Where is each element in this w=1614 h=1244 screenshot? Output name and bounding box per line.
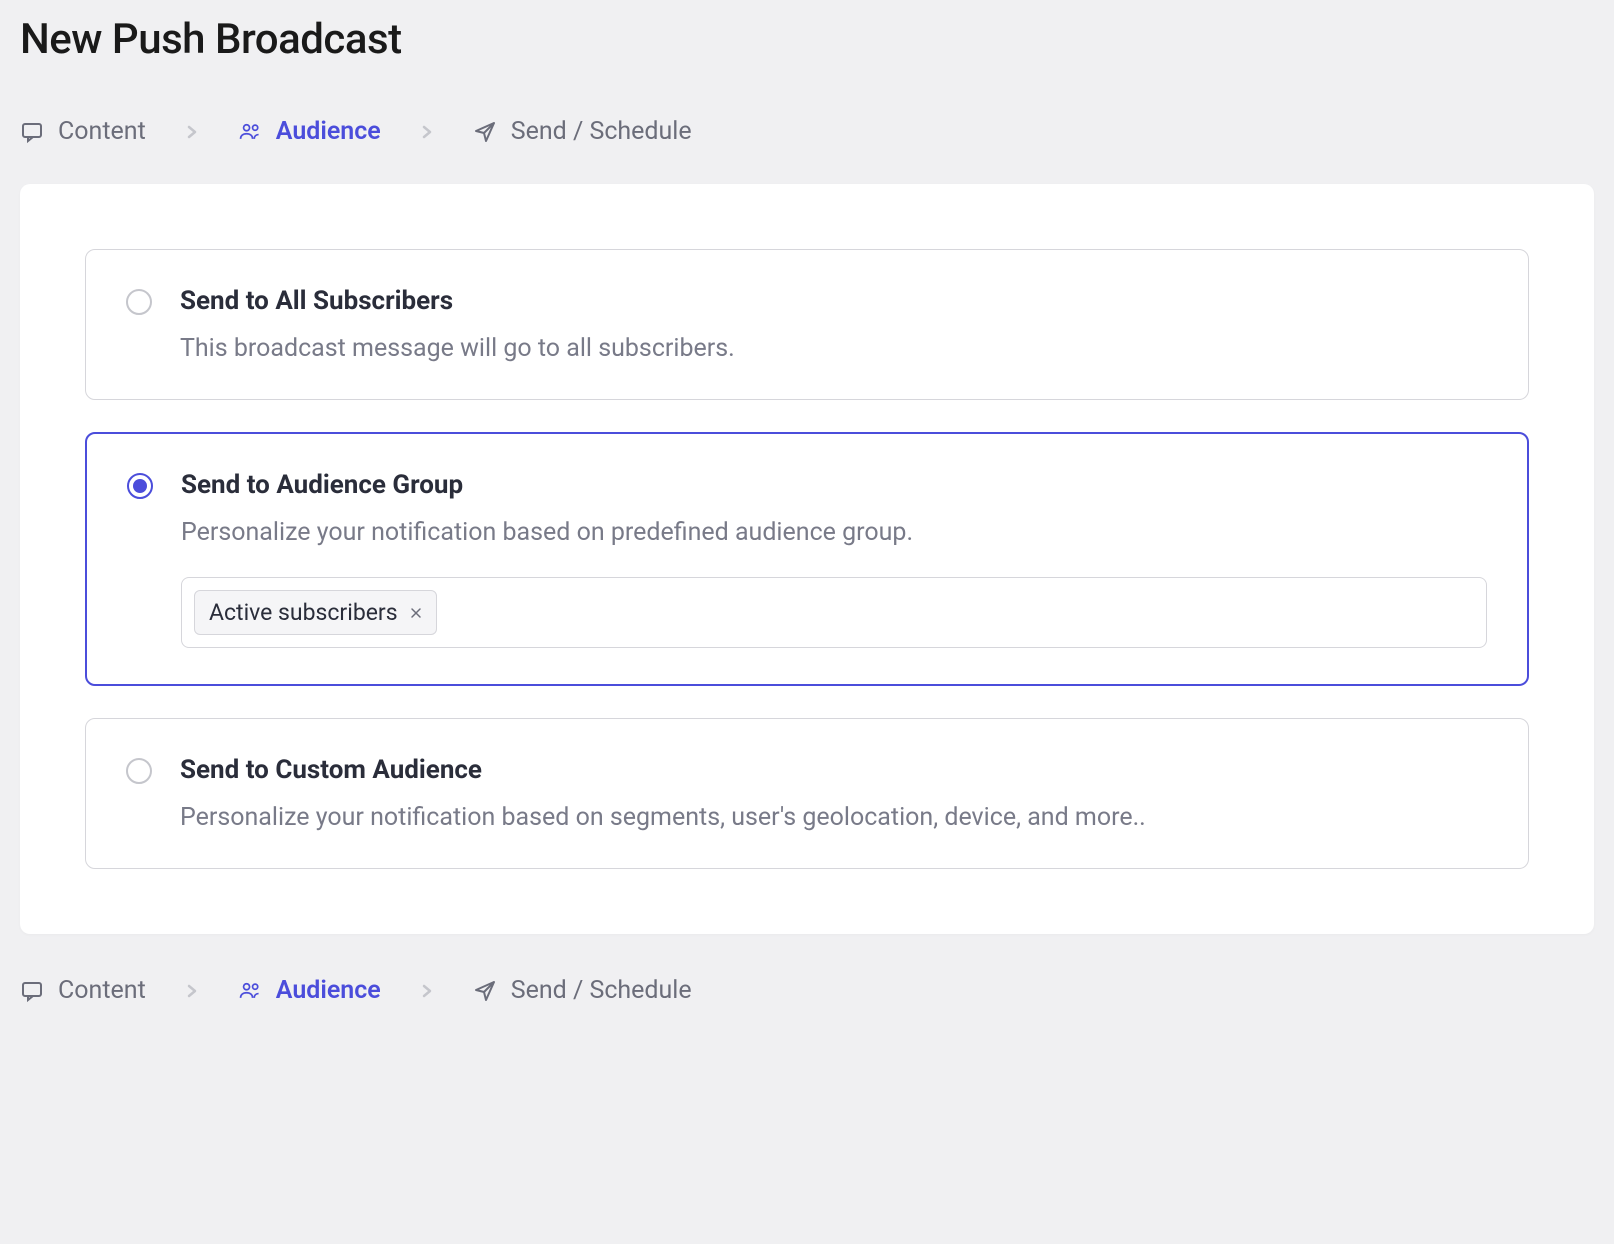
people-icon	[238, 979, 262, 1003]
breadcrumb-bottom: Content Audience Send / Schedule	[0, 954, 1614, 1027]
tag-chip: Active subscribers	[194, 590, 437, 635]
radio-custom-audience[interactable]	[126, 758, 152, 784]
breadcrumb-top: Content Audience Send / Schedule	[0, 99, 1614, 164]
option-description: This broadcast message will go to all su…	[180, 334, 1488, 363]
breadcrumb-step-send[interactable]: Send / Schedule	[473, 117, 692, 146]
breadcrumb-step-content[interactable]: Content	[20, 117, 146, 146]
tag-label: Active subscribers	[209, 599, 398, 626]
option-all-subscribers[interactable]: Send to All Subscribers This broadcast m…	[85, 249, 1529, 400]
chevron-right-icon	[184, 983, 200, 999]
people-icon	[238, 120, 262, 144]
chevron-right-icon	[184, 124, 200, 140]
send-icon	[473, 120, 497, 144]
option-description: Personalize your notification based on p…	[181, 518, 1487, 547]
breadcrumb-label-send: Send / Schedule	[511, 117, 692, 146]
breadcrumb-label-send: Send / Schedule	[511, 976, 692, 1005]
message-icon	[20, 120, 44, 144]
option-description: Personalize your notification based on s…	[180, 803, 1488, 832]
option-title: Send to All Subscribers	[180, 286, 1488, 316]
breadcrumb-step-audience[interactable]: Audience	[238, 117, 381, 146]
breadcrumb-step-send[interactable]: Send / Schedule	[473, 976, 692, 1005]
radio-audience-group[interactable]	[127, 473, 153, 499]
audience-group-input[interactable]: Active subscribers	[181, 577, 1487, 648]
close-icon[interactable]	[410, 607, 422, 619]
breadcrumb-label-audience: Audience	[276, 117, 381, 146]
option-title: Send to Audience Group	[181, 470, 1487, 500]
option-title: Send to Custom Audience	[180, 755, 1488, 785]
breadcrumb-step-content[interactable]: Content	[20, 976, 146, 1005]
radio-all-subscribers[interactable]	[126, 289, 152, 315]
send-icon	[473, 979, 497, 1003]
breadcrumb-label-content: Content	[58, 976, 146, 1005]
chevron-right-icon	[419, 983, 435, 999]
audience-card: Send to All Subscribers This broadcast m…	[20, 184, 1594, 934]
breadcrumb-label-content: Content	[58, 117, 146, 146]
chevron-right-icon	[419, 124, 435, 140]
option-custom-audience[interactable]: Send to Custom Audience Personalize your…	[85, 718, 1529, 869]
message-icon	[20, 979, 44, 1003]
page-title: New Push Broadcast	[20, 15, 1594, 64]
breadcrumb-label-audience: Audience	[276, 976, 381, 1005]
option-audience-group[interactable]: Send to Audience Group Personalize your …	[85, 432, 1529, 686]
breadcrumb-step-audience[interactable]: Audience	[238, 976, 381, 1005]
